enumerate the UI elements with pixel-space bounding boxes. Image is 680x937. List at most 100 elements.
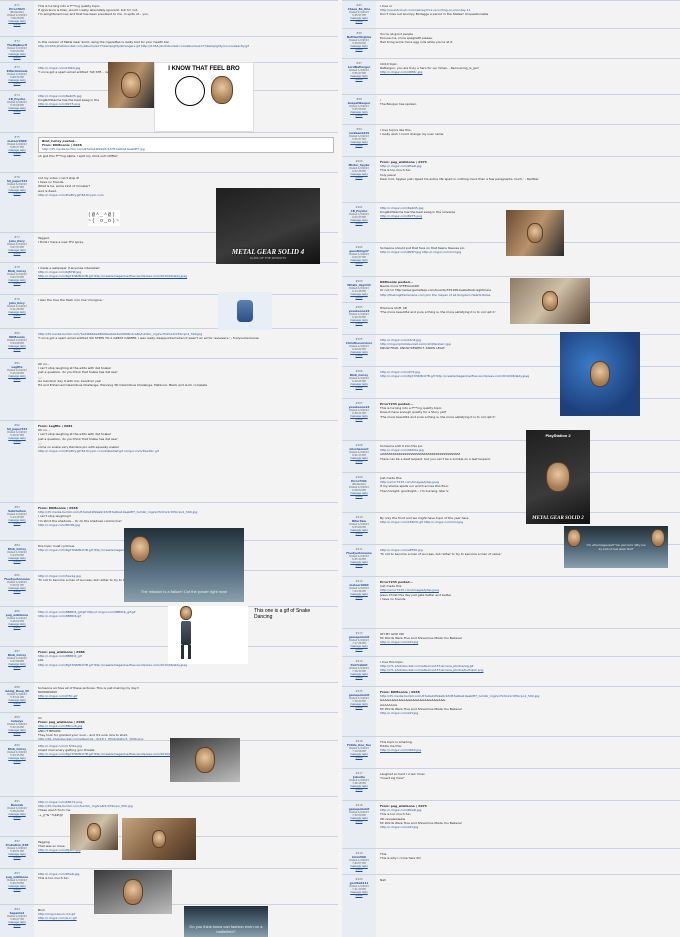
cat-photo-image: [510, 278, 590, 324]
quote-link[interactable]: quote: [1, 82, 33, 85]
post-link[interactable]: http://i.imgur.com/L9Y.jpg: [380, 640, 676, 644]
quote-link[interactable]: quote: [1, 666, 33, 669]
quote-link[interactable]: quote: [1, 152, 33, 155]
post-body: This is turning into a f***ing quality t…: [34, 1, 338, 36]
quote-link[interactable]: quote: [343, 114, 375, 117]
post-author-panel: #113 gamepokehit Posted 1/2/2013 7:17:26 PM…: [342, 629, 376, 656]
quote-link[interactable]: quote: [343, 78, 375, 81]
post-link[interactable]: http://i.imgur.com/4tH8c.jpg: [380, 70, 676, 74]
post-author-panel: #118 gamepokehit Posted 1/2/2013 7:32:50 PM…: [342, 801, 376, 848]
post-text: Dear lord, Spyker just ripped his entire…: [380, 176, 539, 181]
quote-link[interactable]: quote: [343, 48, 375, 51]
quote-link[interactable]: quote: [1, 702, 33, 705]
post-body: Laughed so hard I cried. Imao *insert sig…: [376, 769, 680, 800]
post-link[interactable]: http://i.imgur.com/3003.jpg: [380, 748, 676, 752]
post-author-panel: #82 Sli_paper344 Posted 1/2/2013 5:16:47 PM…: [0, 421, 34, 502]
quote-link[interactable]: quote: [343, 354, 375, 357]
post-link[interactable]: http://i.imgur.com/L9Y.jpg: [380, 711, 676, 715]
post-author-panel: #74 CB_Psycho Posted 1/2/2013 5:15:08 PM mes…: [0, 91, 34, 132]
quote-link[interactable]: quote: [343, 460, 375, 463]
forum-post: #99 rockband225 Posted 1/2/2013 5:55:37 PM m…: [342, 124, 680, 156]
post-link[interactable]: http://i.imgur.com/Pra8Yy.gif 84.tinypic…: [38, 449, 334, 453]
post-body: You're all good people Excuse me, more sp…: [376, 29, 680, 58]
codec-screenshot-image: The mission is a failure! Cut the power …: [124, 528, 244, 602]
quote-link[interactable]: quote: [1, 23, 33, 26]
mgs4-cover-image: METAL GEAR SOLID 4 GUNS OF THE PATRIOTS: [216, 188, 320, 264]
quote-link[interactable]: quote: [343, 564, 375, 567]
post-author-panel: #110 Bifer3aw Posted 1/2/2013 6:53:06 PM mes…: [342, 513, 376, 544]
post-link[interactable]: http://i.imgur.com/L9Y.jpg: [380, 825, 676, 829]
quote-link[interactable]: quote: [1, 110, 33, 113]
quote-link[interactable]: quote: [343, 20, 375, 23]
codec2-caption: Oh, what happened? You just can't. Why n…: [586, 543, 646, 551]
forum-post: #98 GospelWeeper Posted 1/2/2013 5:55:58 PM…: [342, 94, 680, 124]
quote-link[interactable]: quote: [343, 296, 375, 299]
quote-link-text[interactable]: http://25.media.tumblr.com/67e0a19fa9a6c…: [42, 147, 330, 151]
face-icon: [542, 291, 558, 311]
quote-link[interactable]: quote: [1, 816, 33, 819]
post-link[interactable]: http://i.imgur.com/8g7Xh6MkU7B.gif http:…: [38, 274, 334, 278]
forum-post: #119 kris1500 Posted 1/2/2013 7:40:57 PM mes…: [342, 848, 680, 874]
quote-link[interactable]: quote: [1, 560, 33, 563]
post-author-panel: #104 yusukeone16 Posted 1/2/2013 6:16:30 PM…: [342, 303, 376, 334]
quote-link[interactable]: quote: [1, 440, 33, 443]
quote-link[interactable]: quote: [343, 788, 375, 791]
quote-link[interactable]: quote: [1, 856, 33, 859]
face-icon: [130, 536, 150, 562]
quote-link[interactable]: quote: [1, 590, 33, 593]
quote-block: Blob_CoCoy posted... From: KKMoonie | #04…: [38, 137, 334, 154]
quote-link[interactable]: quote: [343, 756, 375, 759]
post-text: This is too much fun: [38, 876, 69, 881]
post-link[interactable]: http://i.imgur.com/IY5C.gif: [38, 694, 334, 698]
quote-link[interactable]: quote: [1, 732, 33, 735]
quote-link[interactable]: quote: [343, 386, 375, 389]
quote-link[interactable]: quote: [343, 144, 375, 147]
quote-link[interactable]: quote: [1, 56, 33, 59]
post-author-panel: #103 Whats_Upp444 Posted 1/2/2013 6:13:48 P…: [342, 277, 376, 302]
forum-post: #80 KKMoonie Posted 1/2/2013 5:04:48 PM mess…: [0, 328, 338, 358]
quote-link[interactable]: quote: [343, 532, 375, 535]
quote-link[interactable]: quote: [343, 322, 375, 325]
codec-screenshot-2-image: Oh, what happened? You just can't. Why n…: [564, 526, 668, 568]
quote-link[interactable]: quote: [343, 262, 375, 265]
quote-link[interactable]: quote: [1, 378, 33, 381]
quote-link[interactable]: quote: [1, 626, 33, 629]
quote-link[interactable]: quote: [1, 888, 33, 891]
quote-link[interactable]: quote: [1, 924, 33, 927]
quote-link[interactable]: quote: [1, 282, 33, 285]
quote-link[interactable]: quote: [343, 676, 375, 679]
street-photo-image: [506, 210, 564, 256]
post-link[interactable]: http://i.imgur.com/Mmf6.jpg: [38, 523, 334, 527]
quote-link[interactable]: quote: [1, 314, 33, 317]
face-icon: [121, 72, 141, 98]
quote-link[interactable]: quote: [343, 176, 375, 179]
quote-link[interactable]: quote: [343, 706, 375, 709]
quote-link[interactable]: quote: [343, 868, 375, 871]
post-author-panel: #101 CB_Psycho Posted 1/2/2013 6:02:43 PM me…: [342, 203, 376, 242]
post-author-panel: #88 Going_Deep_IN Posted 1/2/2013 5:33:21 P…: [0, 683, 34, 712]
quote-link[interactable]: quote: [343, 820, 375, 823]
post-link[interactable]: http://i71.photobucket.com/albums/i157/a…: [380, 668, 676, 672]
face-icon: [87, 823, 101, 841]
quote-link[interactable]: quote: [343, 894, 375, 897]
forum-post: #81 Lagfite Posted 1/2/2013 5:15:28 PM messa…: [0, 358, 338, 420]
quote-link[interactable]: quote: [343, 418, 375, 421]
post-body: I made a wallpaper if anyones interested…: [34, 263, 338, 294]
quote-link[interactable]: quote: [343, 596, 375, 599]
post-link[interactable]: http://i1054.photobucket.com/albums/s177…: [38, 44, 334, 48]
quote-link[interactable]: quote: [1, 522, 33, 525]
snake-dance-image: [168, 606, 248, 664]
face-icon: [651, 529, 665, 547]
post-text: oh god this f***ing alpha. I spilt my dr…: [38, 154, 118, 159]
post-author-panel: #107 yusukeone16 Posted 1/2/2013 6:38:11 PM…: [342, 399, 376, 440]
quote-link[interactable]: quote: [1, 348, 33, 351]
post-body: Nah: [376, 875, 680, 937]
quote-link[interactable]: quote: [1, 760, 33, 763]
post-body: / The Blooper has spoken.: [376, 95, 680, 124]
quote-link[interactable]: quote: [343, 495, 375, 498]
ps2-label: PlayStation 2: [545, 433, 571, 438]
quote-link[interactable]: quote: [343, 648, 375, 651]
quote-link[interactable]: quote: [1, 252, 33, 255]
quote-link[interactable]: quote: [1, 192, 33, 195]
quote-link[interactable]: quote: [343, 222, 375, 225]
